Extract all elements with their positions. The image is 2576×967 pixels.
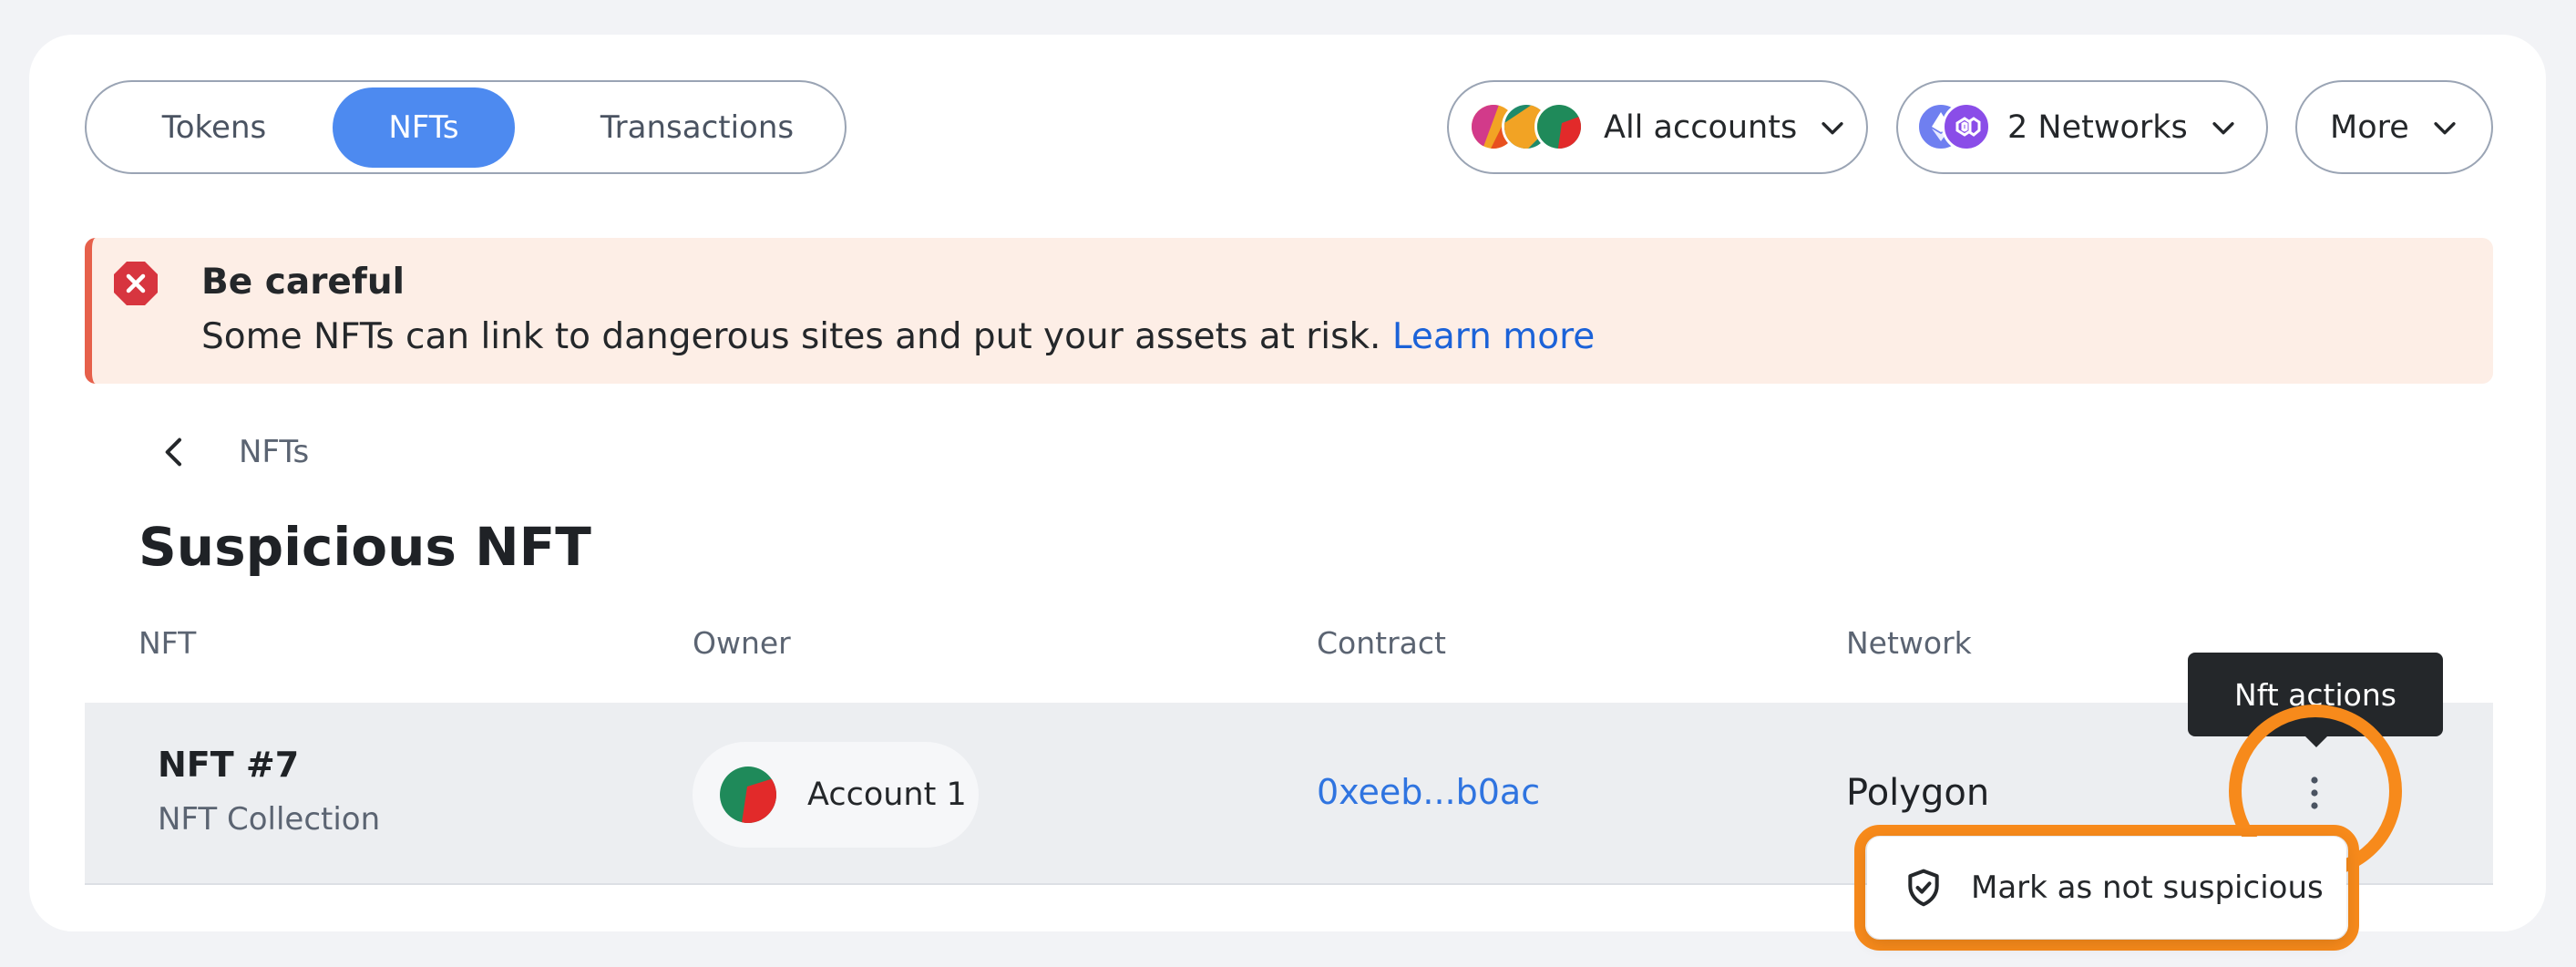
tab-nfts[interactable]: NFTs	[333, 87, 515, 168]
column-header-owner: Owner	[693, 625, 791, 661]
contract-address-link[interactable]: 0xeeb...b0ac	[1317, 772, 1540, 812]
menu-item-label: Mark as not suspicious	[1971, 869, 2324, 906]
banner-message: Some NFTs can link to dangerous sites an…	[201, 316, 1381, 357]
account-avatar	[1534, 101, 1584, 151]
networks-filter-button[interactable]: 2 Networks	[1896, 80, 2268, 174]
network-icons	[1916, 101, 1993, 153]
banner-text: Some NFTs can link to dangerous sites an…	[201, 316, 1595, 357]
accounts-filter-label: All accounts	[1604, 108, 1798, 146]
account-avatars	[1469, 101, 1586, 153]
tab-tokens[interactable]: Tokens	[114, 87, 314, 168]
avatar	[720, 766, 776, 823]
shield-check-icon	[1908, 869, 1939, 907]
banner-title: Be careful	[201, 262, 405, 303]
asset-tabs: Tokens NFTs Transactions	[85, 80, 847, 174]
chevron-down-icon	[2212, 121, 2234, 134]
breadcrumb: NFTs	[239, 434, 310, 470]
more-button-label: More	[2330, 108, 2409, 146]
back-arrow-icon[interactable]	[157, 434, 193, 470]
nft-collection: NFT Collection	[158, 801, 381, 838]
page-title: Suspicious NFT	[139, 516, 591, 578]
kebab-menu-icon[interactable]	[2296, 773, 2333, 813]
learn-more-link[interactable]: Learn more	[1392, 316, 1595, 357]
polygon-icon	[1942, 101, 1991, 151]
column-header-nft: NFT	[139, 625, 197, 661]
warning-banner: Be careful Some NFTs can link to dangero…	[85, 238, 2493, 384]
network-name: Polygon	[1846, 772, 1990, 814]
owner-name: Account 1	[807, 777, 967, 813]
nft-name: NFT #7	[158, 745, 300, 785]
column-header-contract: Contract	[1317, 625, 1446, 661]
owner-chip: Account 1	[693, 742, 979, 848]
column-header-network: Network	[1846, 625, 1972, 661]
danger-icon	[114, 262, 158, 305]
chevron-down-icon	[2434, 121, 2456, 134]
mark-not-suspicious-menu-item[interactable]: Mark as not suspicious	[1867, 837, 2346, 939]
accounts-filter-button[interactable]: All accounts	[1447, 80, 1868, 174]
networks-filter-label: 2 Networks	[2007, 108, 2188, 146]
chevron-down-icon	[1822, 121, 1843, 134]
tab-transactions[interactable]: Transactions	[560, 87, 834, 168]
more-button[interactable]: More	[2295, 80, 2493, 174]
